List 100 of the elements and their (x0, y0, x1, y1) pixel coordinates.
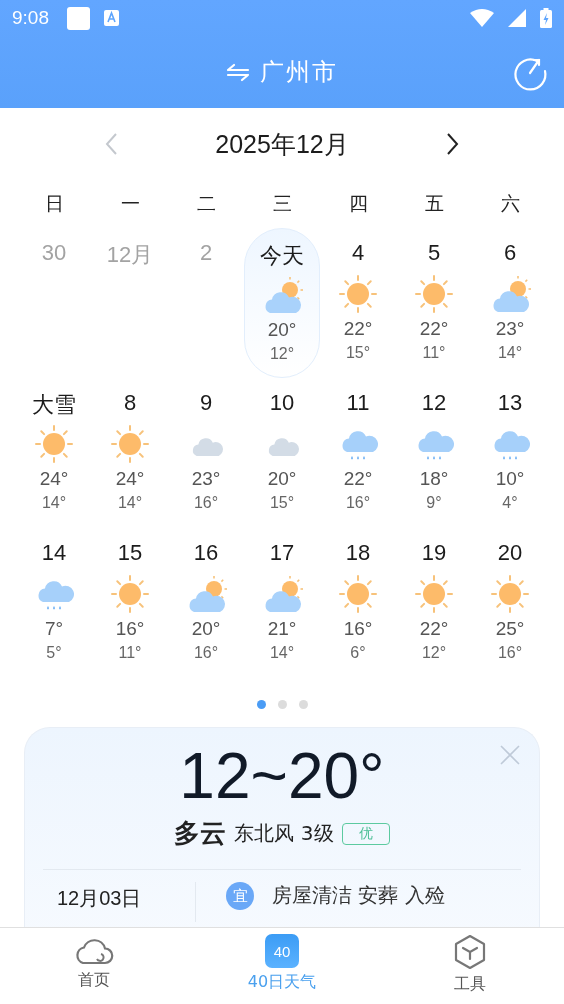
weekday-label: 日 (43, 191, 65, 216)
detail-date: 12月03日 (56, 886, 143, 911)
high-temp: 25° (495, 618, 525, 640)
hexagon-icon (453, 934, 487, 970)
day-label: 12月 (106, 241, 154, 269)
day-label: 19 (421, 540, 447, 567)
day-label: 2 (199, 240, 213, 267)
day-cell[interactable]: 18 16° 6° (320, 528, 396, 678)
sun-icon (34, 424, 74, 464)
notification-icon (67, 6, 90, 30)
air-quality-tag: 优 (341, 822, 390, 845)
day-label: 11 (346, 390, 370, 417)
sun-icon (338, 274, 378, 314)
low-temp: 15° (345, 344, 371, 362)
day-cell[interactable]: 10 20° 15° (244, 378, 320, 528)
high-temp: 23° (191, 468, 221, 490)
weekday-label: 二 (195, 191, 217, 216)
weekday-label: 一 (119, 191, 141, 216)
sun-icon (490, 574, 530, 614)
high-temp: 23° (495, 318, 525, 340)
day-cell[interactable]: 12 18° 9° (396, 378, 472, 528)
status-time: 9:08 (12, 7, 49, 29)
low-temp: 16° (345, 494, 371, 512)
low-temp: 9° (426, 494, 442, 512)
day-label: 9 (199, 390, 213, 417)
day-cell[interactable]: 15 16° 11° (92, 528, 168, 678)
high-temp: 7° (44, 618, 64, 640)
calendar-icon: 40 (265, 934, 299, 968)
page-dot[interactable] (256, 700, 266, 709)
high-temp: 24° (115, 468, 145, 490)
weekday-label: 六 (499, 191, 521, 216)
suitable-badge: 宜 (226, 882, 254, 910)
battery-icon (540, 8, 552, 28)
day-cell[interactable]: 9 23° 16° (168, 378, 244, 528)
day-label: 14 (41, 540, 67, 567)
day-cell[interactable]: 17 21° 14° (244, 528, 320, 678)
low-temp: 12° (421, 644, 447, 662)
day-cell[interactable]: 14 7° 5° (16, 528, 92, 678)
day-cell[interactable]: 4 22° 15° (320, 228, 396, 378)
high-temp: 22° (343, 468, 373, 490)
weather-condition: 多云 (174, 817, 227, 850)
weekday-label: 三 (271, 191, 293, 216)
day-label: 17 (269, 540, 295, 567)
weekday-label: 五 (423, 191, 445, 216)
high-temp: 16° (115, 618, 145, 640)
month-title: 2025年12月 (214, 128, 350, 160)
page-dot[interactable] (298, 700, 308, 709)
low-temp: 6° (350, 644, 366, 662)
day-cell[interactable]: 11 22° 16° (320, 378, 396, 528)
page-dot[interactable] (277, 700, 287, 709)
sun-icon (414, 274, 454, 314)
nav-tab[interactable]: 工具 (376, 928, 564, 1004)
low-temp: 15° (269, 494, 295, 512)
low-temp: 14° (269, 644, 295, 662)
low-temp: 16° (193, 494, 219, 512)
day-label: 20 (497, 540, 523, 567)
weekday-label: 四 (347, 191, 369, 216)
high-temp: 22° (419, 318, 449, 340)
sun-icon (414, 574, 454, 614)
low-temp: 16° (193, 644, 219, 662)
high-temp: 22° (343, 318, 373, 340)
day-cell[interactable]: 6 23° 14° (472, 228, 548, 378)
day-cell[interactable]: 5 22° 11° (396, 228, 472, 378)
day-label: 今天 (260, 242, 304, 270)
low-temp: 14° (117, 494, 143, 512)
high-temp: 22° (419, 618, 449, 640)
day-label: 30 (41, 240, 67, 267)
keyboard-icon (104, 10, 119, 26)
day-label: 15 (117, 540, 143, 567)
day-label: 5 (427, 240, 441, 267)
day-cell[interactable]: 8 24° 14° (92, 378, 168, 528)
sun-icon (110, 424, 150, 464)
swap-icon[interactable] (226, 62, 250, 82)
day-label: 13 (497, 390, 523, 417)
day-label: 8 (123, 390, 137, 417)
day-cell[interactable]: 19 22° 12° (396, 528, 472, 678)
day-cell[interactable]: 20 25° 16° (472, 528, 548, 678)
day-label: 18 (345, 540, 371, 567)
signal-icon (508, 9, 526, 27)
day-cell[interactable]: 13 10° 4° (472, 378, 548, 528)
high-temp: 20° (267, 468, 297, 490)
day-label: 4 (351, 240, 365, 267)
high-temp: 20° (267, 319, 297, 341)
day-label: 10 (269, 390, 295, 417)
day-label: 6 (503, 240, 517, 267)
day-label: 大雪 (32, 391, 76, 419)
wifi-icon (470, 9, 494, 27)
day-cell[interactable]: 16 20° 16° (168, 528, 244, 678)
day-cell[interactable]: 大雪 24° 14° (16, 378, 92, 528)
low-temp: 5° (46, 644, 62, 662)
low-temp: 12° (269, 345, 295, 363)
day-label: 12 (421, 390, 447, 417)
wind-info: 东北风 3级 (234, 820, 334, 847)
refresh-button[interactable] (512, 55, 548, 91)
low-temp: 4° (502, 494, 518, 512)
chevron-left-icon (104, 132, 118, 156)
close-button[interactable] (499, 744, 521, 766)
high-temp: 10° (495, 468, 525, 490)
day-cell[interactable]: 今天 20° 12° (244, 228, 320, 378)
nav-tab[interactable]: 首页 (0, 928, 188, 1004)
